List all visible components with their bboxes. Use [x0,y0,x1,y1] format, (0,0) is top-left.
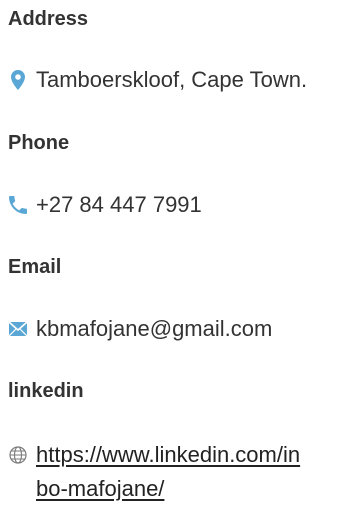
linkedin-link[interactable]: https://www.linkedin.com/in bo-mafojane/ [36,438,356,506]
phone-value[interactable]: +27 84 447 7991 [36,192,202,218]
email-row: kbmafojane@gmail.com [8,316,272,342]
email-value[interactable]: kbmafojane@gmail.com [36,316,272,342]
phone-icon [8,192,28,218]
email-heading: Email [8,256,62,278]
address-heading: Address [8,8,89,30]
phone-heading: Phone [8,132,70,154]
phone-row: +27 84 447 7991 [8,192,202,218]
envelope-icon [8,316,28,342]
linkedin-heading: linkedin [8,380,84,402]
linkedin-row: https://www.linkedin.com/in bo-mafojane/ [8,442,361,506]
globe-icon [8,442,28,468]
address-value: Tamboerskloof, Cape Town. [36,67,308,92]
address-row: Tamboerskloof, Cape Town. [8,67,307,93]
map-pin-icon [8,67,28,93]
linkedin-link-line1: https://www.linkedin.com/in [36,442,301,467]
linkedin-link-line2: bo-mafojane/ [36,476,165,501]
